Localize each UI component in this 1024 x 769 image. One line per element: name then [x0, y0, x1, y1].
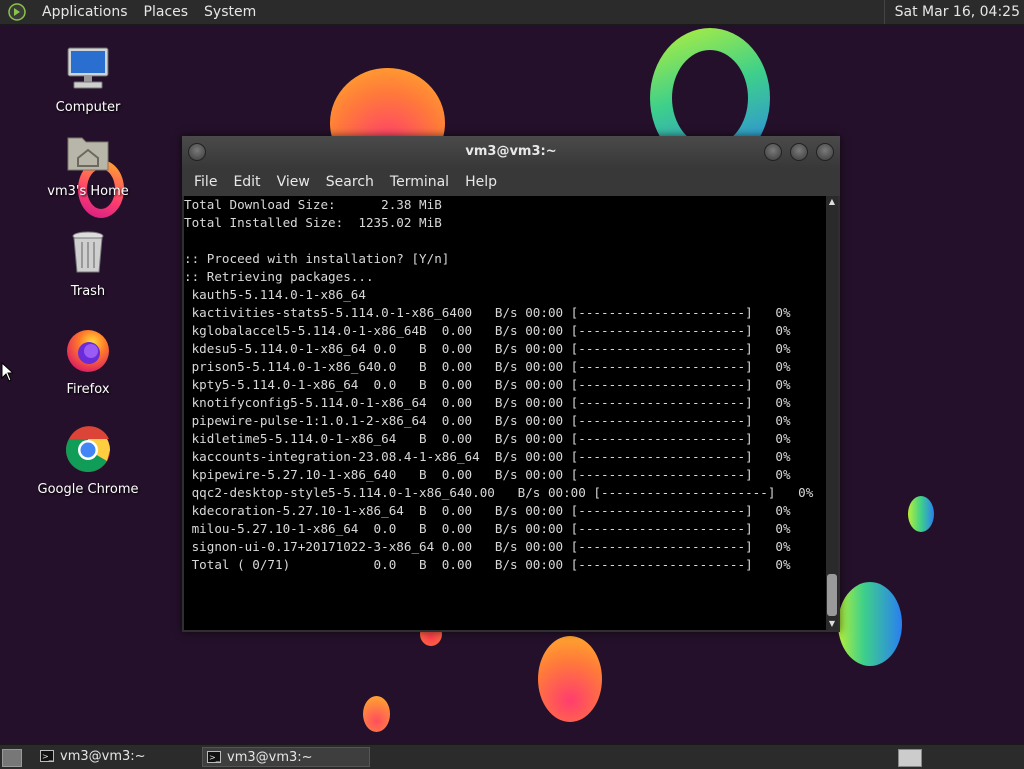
window-titlebar[interactable]: vm3@vm3:~ [182, 136, 840, 168]
window-title: vm3@vm3:~ [465, 144, 557, 159]
home-folder-icon [67, 137, 109, 171]
desktop-icon-label: Google Chrome [37, 482, 139, 497]
desktop-icon-label: Firefox [66, 382, 110, 397]
menu-view[interactable]: View [269, 174, 318, 190]
terminal-line: milou-5.27.10-1-x86_64 0.0 B 0.00 B/s 00… [184, 521, 791, 536]
minimize-button[interactable] [764, 143, 782, 161]
terminal-icon: >_ [40, 750, 54, 762]
scroll-down-icon[interactable]: ▼ [826, 618, 838, 630]
terminal-line: kpipewire-5.27.10-1-x86_640 B 0.00 B/s 0… [184, 467, 791, 482]
show-desktop-icon[interactable] [2, 749, 22, 767]
scroll-up-icon[interactable]: ▲ [826, 196, 838, 208]
computer-icon [67, 47, 109, 89]
wallpaper-shape [838, 582, 902, 666]
terminal-line: pipewire-pulse-1:1.0.1-2-x86_64 0.00 B/s… [184, 413, 791, 428]
desktop-icon-chrome[interactable]: Google Chrome [28, 426, 148, 497]
terminal-icon: >_ [207, 751, 221, 763]
desktop-icon-label: Computer [55, 100, 121, 115]
chrome-icon [66, 426, 110, 472]
menu-terminal[interactable]: Terminal [382, 174, 457, 190]
terminal-line: kaccounts-integration-23.08.4-1-x86_64 B… [184, 449, 791, 464]
terminal-line: signon-ui-0.17+20171022-3-x86_64 0.00 B/… [184, 539, 791, 554]
system-menu[interactable]: System [196, 0, 264, 24]
terminal-line: kglobalaccel5-5.114.0-1-x86_64B 0.00 B/s… [184, 323, 791, 338]
terminal-line: :: Retrieving packages... [184, 269, 374, 284]
taskbar-item-label: vm3@vm3:~ [227, 750, 313, 765]
bottom-taskbar: >_ vm3@vm3:~ >_ vm3@vm3:~ [0, 744, 1024, 769]
taskbar-item-terminal-2[interactable]: >_ vm3@vm3:~ [202, 747, 370, 767]
desktop-icon-home[interactable]: vm3's Home [28, 128, 148, 199]
taskbar-item-terminal-1[interactable]: >_ vm3@vm3:~ [36, 747, 196, 767]
mate-logo-icon[interactable] [8, 3, 26, 21]
workspace-switcher[interactable] [898, 749, 922, 767]
mouse-cursor-icon [1, 362, 13, 382]
wallpaper-shape [363, 696, 390, 732]
menu-help[interactable]: Help [457, 174, 505, 190]
wallpaper-shape [538, 636, 602, 722]
terminal-window[interactable]: vm3@vm3:~ File Edit View Search Terminal… [182, 136, 840, 632]
terminal-line: kpty5-5.114.0-1-x86_64 0.0 B 0.00 B/s 00… [184, 377, 791, 392]
terminal-line: :: Proceed with installation? [Y/n] [184, 251, 450, 266]
terminal-line: kidletime5-5.114.0-1-x86_64 B 0.00 B/s 0… [184, 431, 791, 446]
terminal-line: kactivities-stats5-5.114.0-1-x86_6400 B/… [184, 305, 791, 320]
scrollbar-thumb[interactable] [827, 574, 837, 616]
close-button[interactable] [816, 143, 834, 161]
desktop-icon-label: vm3's Home [47, 184, 129, 199]
menu-file[interactable]: File [186, 174, 225, 190]
applications-menu[interactable]: Applications [34, 0, 136, 24]
menu-edit[interactable]: Edit [225, 174, 268, 190]
terminal-line: prison5-5.114.0-1-x86_640.0 B 0.00 B/s 0… [184, 359, 791, 374]
terminal-line: knotifyconfig5-5.114.0-1-x86_64 0.00 B/s… [184, 395, 791, 410]
maximize-button[interactable] [790, 143, 808, 161]
top-panel: Applications Places System Sat Mar 16, 0… [0, 0, 1024, 25]
terminal-line: qqc2-desktop-style5-5.114.0-1-x86_640.00… [184, 485, 814, 500]
wallpaper-shape [908, 496, 934, 532]
terminal-scrollbar[interactable]: ▲ ▼ [826, 196, 838, 630]
desktop-icon-trash[interactable]: Trash [28, 228, 148, 299]
menu-search[interactable]: Search [318, 174, 382, 190]
desktop-icon-computer[interactable]: Computer [28, 44, 148, 115]
places-menu[interactable]: Places [136, 0, 197, 24]
window-menu-button[interactable] [188, 143, 206, 161]
clock[interactable]: Sat Mar 16, 04:25 [883, 0, 1024, 24]
trash-icon [72, 231, 104, 273]
terminal-line: kdesu5-5.114.0-1-x86_64 0.0 B 0.00 B/s 0… [184, 341, 791, 356]
firefox-icon [67, 330, 109, 372]
terminal-line: kdecoration-5.27.10-1-x86_64 B 0.00 B/s … [184, 503, 791, 518]
taskbar-item-label: vm3@vm3:~ [60, 749, 146, 764]
terminal-output[interactable]: Total Download Size: 2.38 MiB Total Insta… [184, 196, 826, 630]
desktop-icon-firefox[interactable]: Firefox [28, 326, 148, 397]
terminal-line: Total Installed Size: 1235.02 MiB [184, 215, 442, 230]
desktop-icon-label: Trash [70, 284, 106, 299]
terminal-line: kauth5-5.114.0-1-x86_64 [184, 287, 366, 302]
window-menubar: File Edit View Search Terminal Help [182, 168, 840, 196]
terminal-line: Total ( 0/71) 0.0 B 0.00 B/s 00:00 [----… [184, 557, 791, 572]
terminal-line: Total Download Size: 2.38 MiB [184, 197, 442, 212]
